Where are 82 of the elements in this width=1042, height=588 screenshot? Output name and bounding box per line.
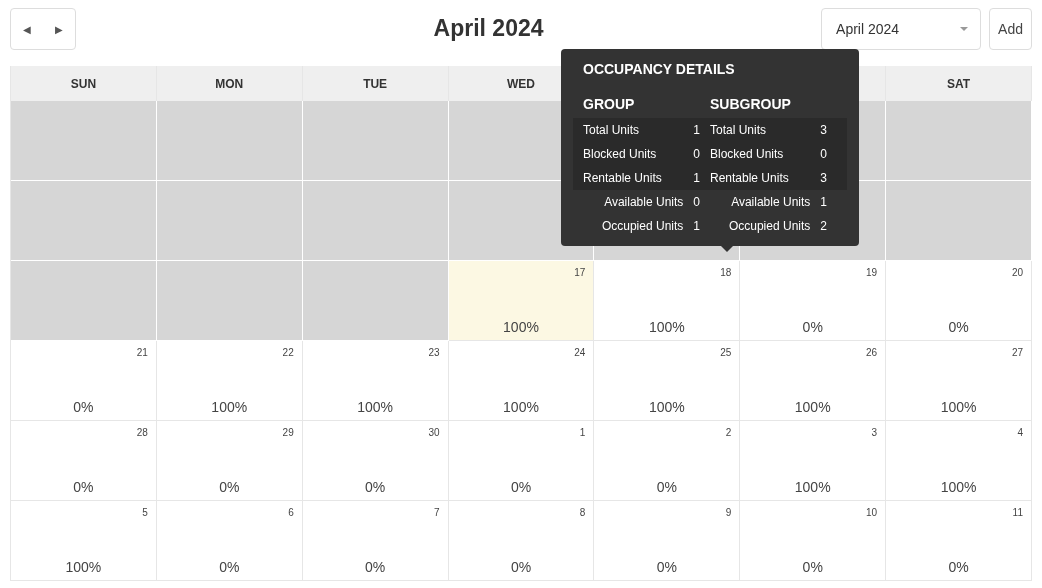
day-number: 11 (1012, 506, 1023, 520)
add-button[interactable]: Add (989, 8, 1032, 50)
occupancy-percent: 100% (794, 398, 831, 417)
day-number: 21 (136, 346, 148, 360)
day-number: 30 (428, 426, 440, 440)
day-number: 18 (720, 266, 732, 280)
unit-value: 1 (693, 218, 700, 235)
day-number: 24 (574, 346, 586, 360)
occupancy-percent: 0% (73, 478, 94, 497)
unit-label: Blocked Units (583, 146, 657, 163)
occupancy-percent: 0% (365, 558, 386, 577)
weekday-header: MON (156, 66, 303, 101)
occupancy-percent: 100% (503, 398, 539, 417)
unit-label: Rentable Units (583, 170, 662, 187)
occupancy-percent: 0% (219, 478, 240, 497)
unit-label: Total Units (583, 122, 640, 139)
unit-value: 0 (693, 194, 700, 211)
day-number: 9 (725, 506, 732, 520)
occupancy-percent: 0% (802, 318, 823, 337)
unit-value: 3 (820, 170, 827, 187)
day-number: 27 (1011, 346, 1023, 360)
occupancy-percent: 0% (802, 558, 823, 577)
day-number: 25 (720, 346, 732, 360)
unit-value: 3 (820, 122, 827, 139)
occupancy-percent: 0% (219, 558, 240, 577)
weekday-header: SAT (886, 66, 1032, 101)
unit-value: 1 (693, 170, 700, 187)
occupancy-percent: 0% (656, 558, 677, 577)
day-number: 2 (725, 426, 732, 440)
occupancy-percent: 100% (940, 478, 977, 497)
unit-label: Available Units (731, 194, 811, 211)
month-select-value: April 2024 (836, 19, 900, 39)
unit-value: 0 (693, 146, 700, 163)
calendar-title: April 2024 (433, 15, 544, 43)
day-number: 1 (579, 426, 586, 440)
next-button[interactable]: ▶ (49, 17, 69, 41)
occupancy-percent: 0% (365, 478, 386, 497)
column-heading: SUBGROUP (710, 95, 792, 114)
occupancy-percent: 0% (510, 558, 532, 577)
unit-value: 0 (820, 146, 827, 163)
previous-button[interactable]: ◀ (17, 17, 37, 41)
day-number: 28 (136, 426, 148, 440)
occupancy-percent: 100% (648, 398, 685, 417)
caret-icon (960, 27, 969, 31)
day-number: 22 (282, 346, 294, 360)
day-number: 3 (871, 426, 878, 440)
unit-label: Available Units (604, 194, 684, 211)
weekday-header: SUN (11, 66, 157, 101)
occupancy-percent: 100% (648, 318, 685, 337)
unit-label: Occupied Units (601, 218, 684, 235)
day-number: 5 (142, 506, 148, 520)
occupancy-percent: 100% (940, 398, 977, 417)
occupancy-percent: 0% (948, 318, 969, 337)
day-number: 8 (579, 506, 586, 520)
day-number: 23 (428, 346, 440, 360)
occupancy-percent: 100% (794, 478, 831, 497)
day-number: 26 (866, 346, 878, 360)
day-number: 7 (434, 506, 440, 520)
unit-label: Total Units (710, 122, 767, 139)
unit-value: 1 (820, 194, 827, 211)
unit-label: Rentable Units (710, 170, 789, 187)
unit-value: 2 (820, 218, 827, 235)
unit-label: Blocked Units (710, 146, 784, 163)
month-dropdown[interactable]: April 2024 (821, 8, 982, 50)
day-number: 20 (1011, 266, 1023, 280)
occupancy-percent: 0% (656, 478, 677, 497)
day-number: 6 (288, 506, 294, 520)
occupancy-percent: 100% (357, 398, 394, 417)
weekday-header: TUE (302, 66, 449, 101)
day-number: 19 (866, 266, 878, 280)
occupancy-percent: 100% (503, 318, 539, 337)
unit-label: Occupied Units (728, 218, 811, 235)
occupancy-percent: 100% (65, 558, 102, 577)
day-number: 10 (866, 506, 878, 520)
day-number: 4 (1017, 426, 1023, 440)
day-number: 29 (282, 426, 294, 440)
day-number: 17 (574, 266, 586, 280)
occupancy-percent: 100% (211, 398, 248, 417)
unit-value: 1 (693, 122, 700, 139)
occupancy-percent: 0% (948, 558, 969, 577)
occupancy-percent: 0% (510, 478, 532, 497)
occupancy-percent: 0% (73, 398, 94, 417)
